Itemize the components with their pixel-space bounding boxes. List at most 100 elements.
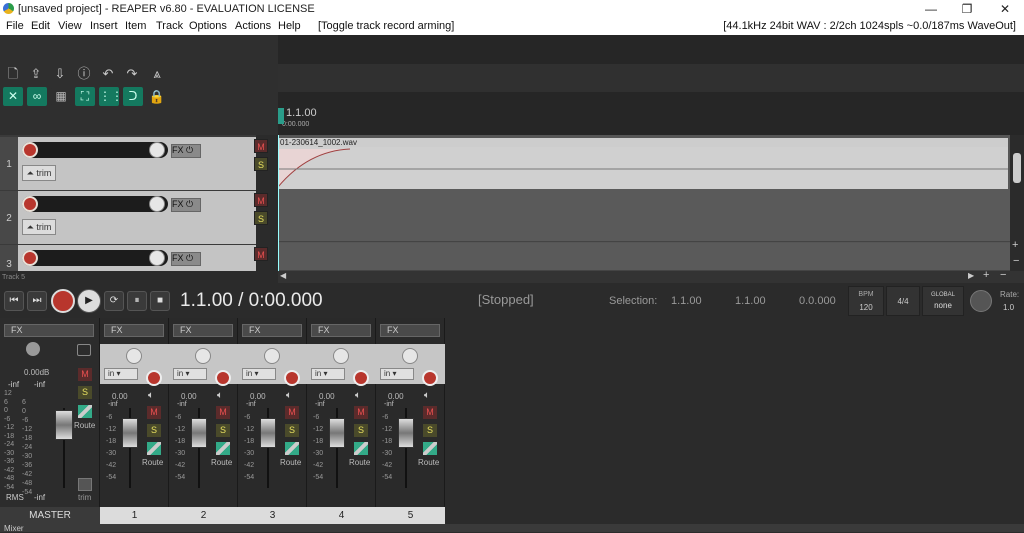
channel-record-arm[interactable] (215, 370, 231, 386)
h-zoom-in-icon[interactable]: + (983, 269, 989, 281)
speaker-icon[interactable]: 🔈︎ (217, 390, 223, 401)
track-name-field[interactable] (22, 142, 168, 158)
record-arm-button[interactable] (22, 142, 38, 158)
record-arm-button[interactable] (22, 250, 38, 266)
pan-knob[interactable] (195, 348, 211, 364)
vertical-scrollbar[interactable]: + − (1010, 135, 1024, 271)
go-to-start-button[interactable]: ⏮ (4, 291, 24, 311)
route-icon[interactable] (285, 442, 299, 455)
record-arm-button[interactable] (22, 196, 38, 212)
channel-fx-button[interactable]: FX (311, 324, 371, 337)
zoom-out-icon[interactable]: − (1013, 255, 1019, 267)
scroll-thumb[interactable] (1013, 153, 1021, 183)
menu-options[interactable]: Options (189, 20, 227, 32)
pan-knob[interactable] (264, 348, 280, 364)
selection-length[interactable]: 0.0.000 (799, 295, 836, 307)
master-fader[interactable] (55, 410, 73, 440)
record-button[interactable] (51, 289, 75, 313)
track-fx-button[interactable]: FX ⏻ (171, 198, 201, 212)
input-select[interactable]: in ▾ (242, 368, 276, 380)
master-trim-icon[interactable] (78, 478, 92, 491)
track-header[interactable]: 2 FX ⏻ ⏶ trim (0, 191, 256, 244)
track-lane[interactable] (278, 189, 1010, 242)
master-solo[interactable]: S (78, 386, 92, 399)
playhead-flag[interactable] (278, 108, 284, 124)
channel-fader[interactable] (398, 418, 414, 448)
track-header[interactable]: 1 FX ⏻ ⏶ trim (0, 137, 256, 190)
selection-end[interactable]: 1.1.00 (735, 295, 766, 307)
pan-knob[interactable] (333, 348, 349, 364)
track-name-field[interactable] (22, 196, 168, 212)
envelope-points-icon[interactable]: ⛶ (75, 87, 95, 106)
new-project-icon[interactable]: 🗋 (4, 65, 22, 83)
automation-trim-button[interactable]: ⏶ trim (22, 219, 56, 235)
track-mute-button[interactable]: M (254, 139, 268, 153)
rate-knob[interactable] (970, 290, 992, 312)
channel-fader[interactable] (260, 418, 276, 448)
volume-knob[interactable] (149, 142, 165, 158)
channel-solo[interactable]: S (216, 424, 230, 437)
channel-fader[interactable] (329, 418, 345, 448)
media-item[interactable] (278, 147, 1008, 189)
channel-mute[interactable]: M (216, 406, 230, 419)
channel-solo[interactable]: S (285, 424, 299, 437)
loop-icon[interactable]: ᑐ (123, 87, 143, 106)
channel-record-arm[interactable] (146, 370, 162, 386)
pan-knob[interactable] (126, 348, 142, 364)
metronome-icon[interactable]: ⩓ (148, 65, 166, 83)
stop-button[interactable]: ■ (150, 291, 170, 311)
master-mute[interactable]: M (78, 368, 92, 381)
selection-start[interactable]: 1.1.00 (671, 295, 702, 307)
speaker-icon[interactable]: 🔈︎ (355, 390, 361, 401)
channel-mute[interactable]: M (285, 406, 299, 419)
channel-mute[interactable]: M (423, 406, 437, 419)
pause-button[interactable]: ⏸ (127, 291, 147, 311)
channel-record-arm[interactable] (353, 370, 369, 386)
master-fx-button[interactable]: FX (4, 324, 94, 337)
minimize-button[interactable]: — (914, 0, 948, 18)
speaker-icon[interactable]: 🔈︎ (424, 390, 430, 401)
menu-help[interactable]: Help (278, 20, 301, 32)
speaker-icon[interactable]: 🔈︎ (286, 390, 292, 401)
master-phase-icon[interactable] (77, 344, 91, 356)
track-fx-button[interactable]: FX ⏻ (171, 252, 201, 266)
go-to-end-button[interactable]: ⏭ (27, 291, 47, 311)
volume-knob[interactable] (149, 196, 165, 212)
channel-fader[interactable] (122, 418, 138, 448)
scroll-left-icon[interactable]: ◀ (280, 271, 286, 280)
horizontal-scrollbar[interactable]: ◀ ▶ + − (278, 269, 1024, 283)
h-zoom-out-icon[interactable]: − (1000, 269, 1006, 281)
time-signature[interactable]: 4/4 (886, 286, 920, 316)
master-pan-knob[interactable] (26, 342, 40, 356)
audio-status[interactable]: [44.1kHz 24bit WAV : 2/2ch 1024spls ~0.0… (723, 20, 1016, 32)
input-select[interactable]: in ▾ (311, 368, 345, 380)
input-select[interactable]: in ▾ (173, 368, 207, 380)
bpm-box[interactable]: BPM 120 (848, 286, 884, 316)
input-select[interactable]: in ▾ (104, 368, 138, 380)
track-fx-button[interactable]: FX ⏻ (171, 144, 201, 158)
channel-solo[interactable]: S (423, 424, 437, 437)
route-icon[interactable] (423, 442, 437, 455)
channel-fx-button[interactable]: FX (242, 324, 302, 337)
project-settings-icon[interactable]: ⓘ (75, 65, 93, 83)
pan-knob[interactable] (402, 348, 418, 364)
automation-trim-button[interactable]: ⏶ trim (22, 165, 56, 181)
channel-fader[interactable] (191, 418, 207, 448)
open-project-icon[interactable]: ⇪ (27, 65, 45, 83)
channel-record-arm[interactable] (422, 370, 438, 386)
transport-time[interactable]: 1.1.00 / 0:00.000 (180, 290, 323, 312)
menu-track[interactable]: Track (156, 20, 183, 32)
channel-mute[interactable]: M (147, 406, 161, 419)
channel-fx-button[interactable]: FX (380, 324, 440, 337)
play-button[interactable]: ▶ (77, 289, 101, 313)
volume-knob[interactable] (149, 250, 165, 266)
scroll-right-icon[interactable]: ▶ (968, 271, 974, 280)
channel-solo[interactable]: S (147, 424, 161, 437)
route-icon[interactable] (147, 442, 161, 455)
track-name-field[interactable] (22, 250, 168, 266)
grouping-icon[interactable]: ∞ (27, 87, 47, 106)
menu-file[interactable]: File (6, 20, 24, 32)
track-mute-button[interactable]: M (254, 247, 268, 261)
menu-insert[interactable]: Insert (90, 20, 118, 32)
menu-actions[interactable]: Actions (235, 20, 271, 32)
